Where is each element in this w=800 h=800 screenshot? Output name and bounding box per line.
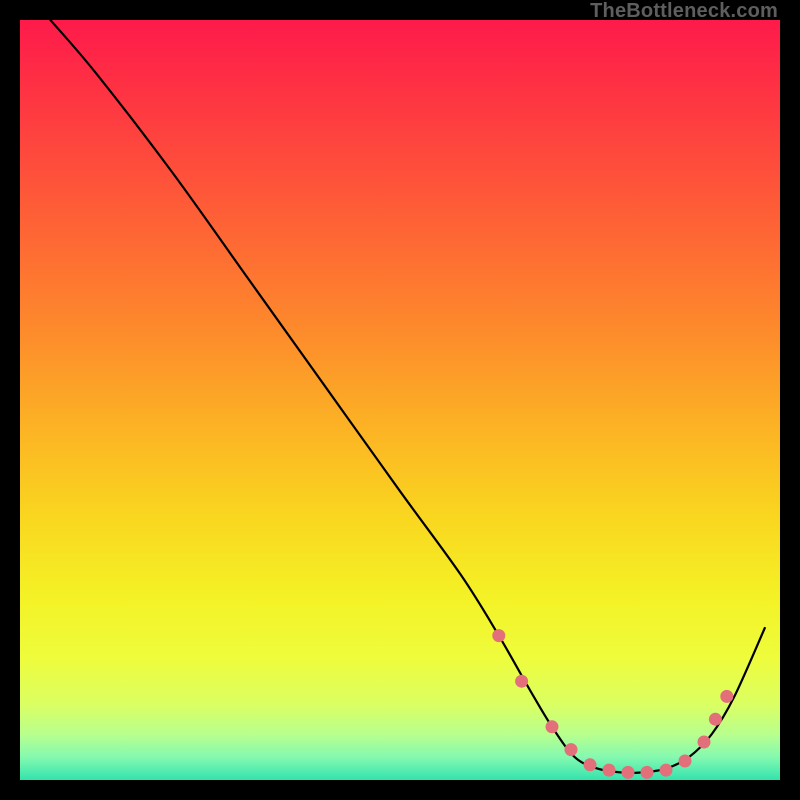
marker-dot	[679, 755, 692, 768]
marker-dot	[709, 713, 722, 726]
marker-dot	[603, 764, 616, 777]
bottleneck-chart	[20, 20, 780, 780]
marker-dot	[698, 736, 711, 749]
marker-dot	[584, 758, 597, 771]
marker-dot	[565, 743, 578, 756]
marker-dot	[546, 720, 559, 733]
marker-dot	[492, 629, 505, 642]
marker-dot	[641, 766, 654, 779]
marker-dot	[660, 764, 673, 777]
marker-dot	[720, 690, 733, 703]
plot-background	[20, 20, 780, 780]
marker-dot	[622, 766, 635, 779]
marker-dot	[515, 675, 528, 688]
